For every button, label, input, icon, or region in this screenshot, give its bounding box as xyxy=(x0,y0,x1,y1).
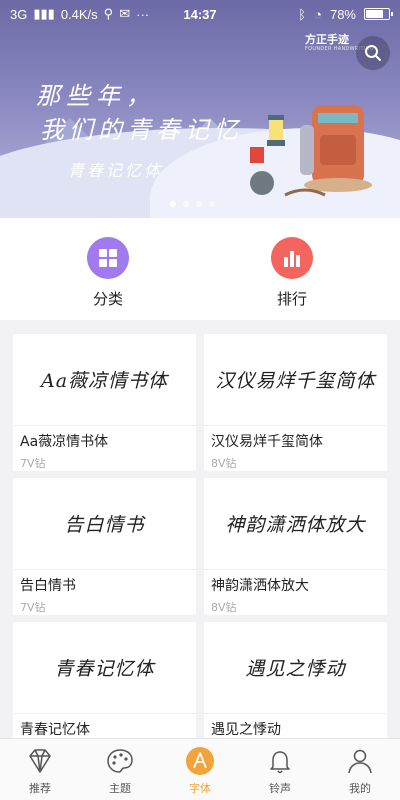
font-name: 青春记忆体 xyxy=(20,722,90,738)
more-icon: ··· xyxy=(136,6,150,22)
carousel-dot[interactable] xyxy=(209,201,215,207)
battery-icon xyxy=(364,8,393,20)
font-card[interactable]: Aa薇凉情书体 Aa薇凉情书体 7V钻 xyxy=(13,334,196,471)
nav-label: 字体 xyxy=(189,782,211,795)
font-card[interactable]: 告白情书 告白情书 7V钻 xyxy=(13,478,196,615)
grid-icon xyxy=(99,249,117,267)
font-preview: Aa薇凉情书体 xyxy=(13,334,196,426)
ranking-icon-circle xyxy=(271,237,313,279)
search-button[interactable] xyxy=(356,36,390,70)
mail-icon: ✉ xyxy=(119,6,131,21)
bar-chart-icon xyxy=(284,251,300,267)
net-speed: 0.4K/s xyxy=(60,6,98,22)
nav-label: 铃声 xyxy=(269,782,291,795)
font-price: 8V钻 xyxy=(211,457,237,470)
status-bar: 3G ▮▮▮ 0.4K/s ⚲ ✉ ··· 14:37 ᛒ ◔ 78% xyxy=(0,0,400,28)
nav-label: 我的 xyxy=(349,782,371,795)
carousel-dot[interactable] xyxy=(196,201,202,207)
font-name: Aa薇凉情书体 xyxy=(20,434,109,450)
font-grid: Aa薇凉情书体 Aa薇凉情书体 7V钻 汉仪易烊千玺简体 汉仪易烊千玺简体 8V… xyxy=(13,334,387,738)
banner[interactable]: 3G ▮▮▮ 0.4K/s ⚲ ✉ ··· 14:37 ᛒ ◔ 78% 方正手迹… xyxy=(0,0,400,218)
carousel-dot[interactable] xyxy=(183,201,189,207)
font-card[interactable]: 汉仪易烊千玺简体 汉仪易烊千玺简体 8V钻 xyxy=(204,334,387,471)
bottom-nav: 推荐 主题 字体 铃声 我的 xyxy=(0,738,400,800)
carousel-dots[interactable] xyxy=(170,201,215,207)
diamond-icon xyxy=(29,749,51,773)
usb-icon: ⚲ xyxy=(103,6,114,21)
banner-headline-1: 那些年， xyxy=(36,82,156,110)
person-icon xyxy=(348,749,372,774)
network-label: 3G xyxy=(10,6,28,22)
font-card[interactable]: 遇见之悸动 遇见之悸动 xyxy=(204,622,387,738)
font-price: 8V钻 xyxy=(211,601,237,614)
category-icon-circle xyxy=(87,237,129,279)
bluetooth-icon: ᛒ xyxy=(298,6,307,22)
font-card[interactable]: 神韵潇洒体放大 神韵潇洒体放大 8V钻 xyxy=(204,478,387,615)
camping-illustration xyxy=(250,105,372,197)
font-preview: 遇见之悸动 xyxy=(204,622,387,714)
nav-label: 推荐 xyxy=(29,782,51,795)
nav-label: 主题 xyxy=(109,782,131,795)
font-card[interactable]: 青春记忆体 青春记忆体 xyxy=(13,622,196,738)
font-name: 告白情书 xyxy=(20,578,76,594)
ranking-label: 排行 xyxy=(276,290,307,308)
font-name: 神韵潇洒体放大 xyxy=(211,578,309,594)
palette-icon xyxy=(107,749,133,773)
nav-theme[interactable]: 主题 xyxy=(80,739,160,800)
font-a-icon xyxy=(186,747,214,775)
font-preview: 青春记忆体 xyxy=(13,622,196,714)
font-preview: 告白情书 xyxy=(13,478,196,570)
battery-percent: 78% xyxy=(329,6,356,22)
font-name: 遇见之悸动 xyxy=(211,722,281,738)
nav-ringtone[interactable]: 铃声 xyxy=(240,739,320,800)
nav-recommend[interactable]: 推荐 xyxy=(0,739,80,800)
battery-fill xyxy=(366,10,384,18)
bell-icon xyxy=(270,751,290,774)
carousel-dot[interactable] xyxy=(170,201,176,207)
font-price: 7V钻 xyxy=(20,457,46,470)
nav-mine[interactable]: 我的 xyxy=(320,739,400,800)
font-preview: 汉仪易烊千玺简体 xyxy=(204,334,387,426)
signal-icon: ▮▮▮ xyxy=(33,6,55,21)
category-button[interactable]: 分类 xyxy=(68,237,148,309)
banner-subtitle: 青春记忆体 xyxy=(68,161,164,180)
category-label: 分类 xyxy=(92,290,123,308)
quick-entries: 分类 排行 xyxy=(0,218,400,320)
banner-headline-2: 我们的青春记忆 xyxy=(40,116,243,144)
search-icon xyxy=(365,45,381,61)
nav-fonts[interactable]: 字体 xyxy=(160,739,240,800)
font-preview: 神韵潇洒体放大 xyxy=(204,478,387,570)
ranking-button[interactable]: 排行 xyxy=(252,237,332,309)
font-price: 7V钻 xyxy=(20,601,46,614)
wifi-icon: ◔ xyxy=(314,6,322,22)
font-name: 汉仪易烊千玺简体 xyxy=(211,434,323,450)
